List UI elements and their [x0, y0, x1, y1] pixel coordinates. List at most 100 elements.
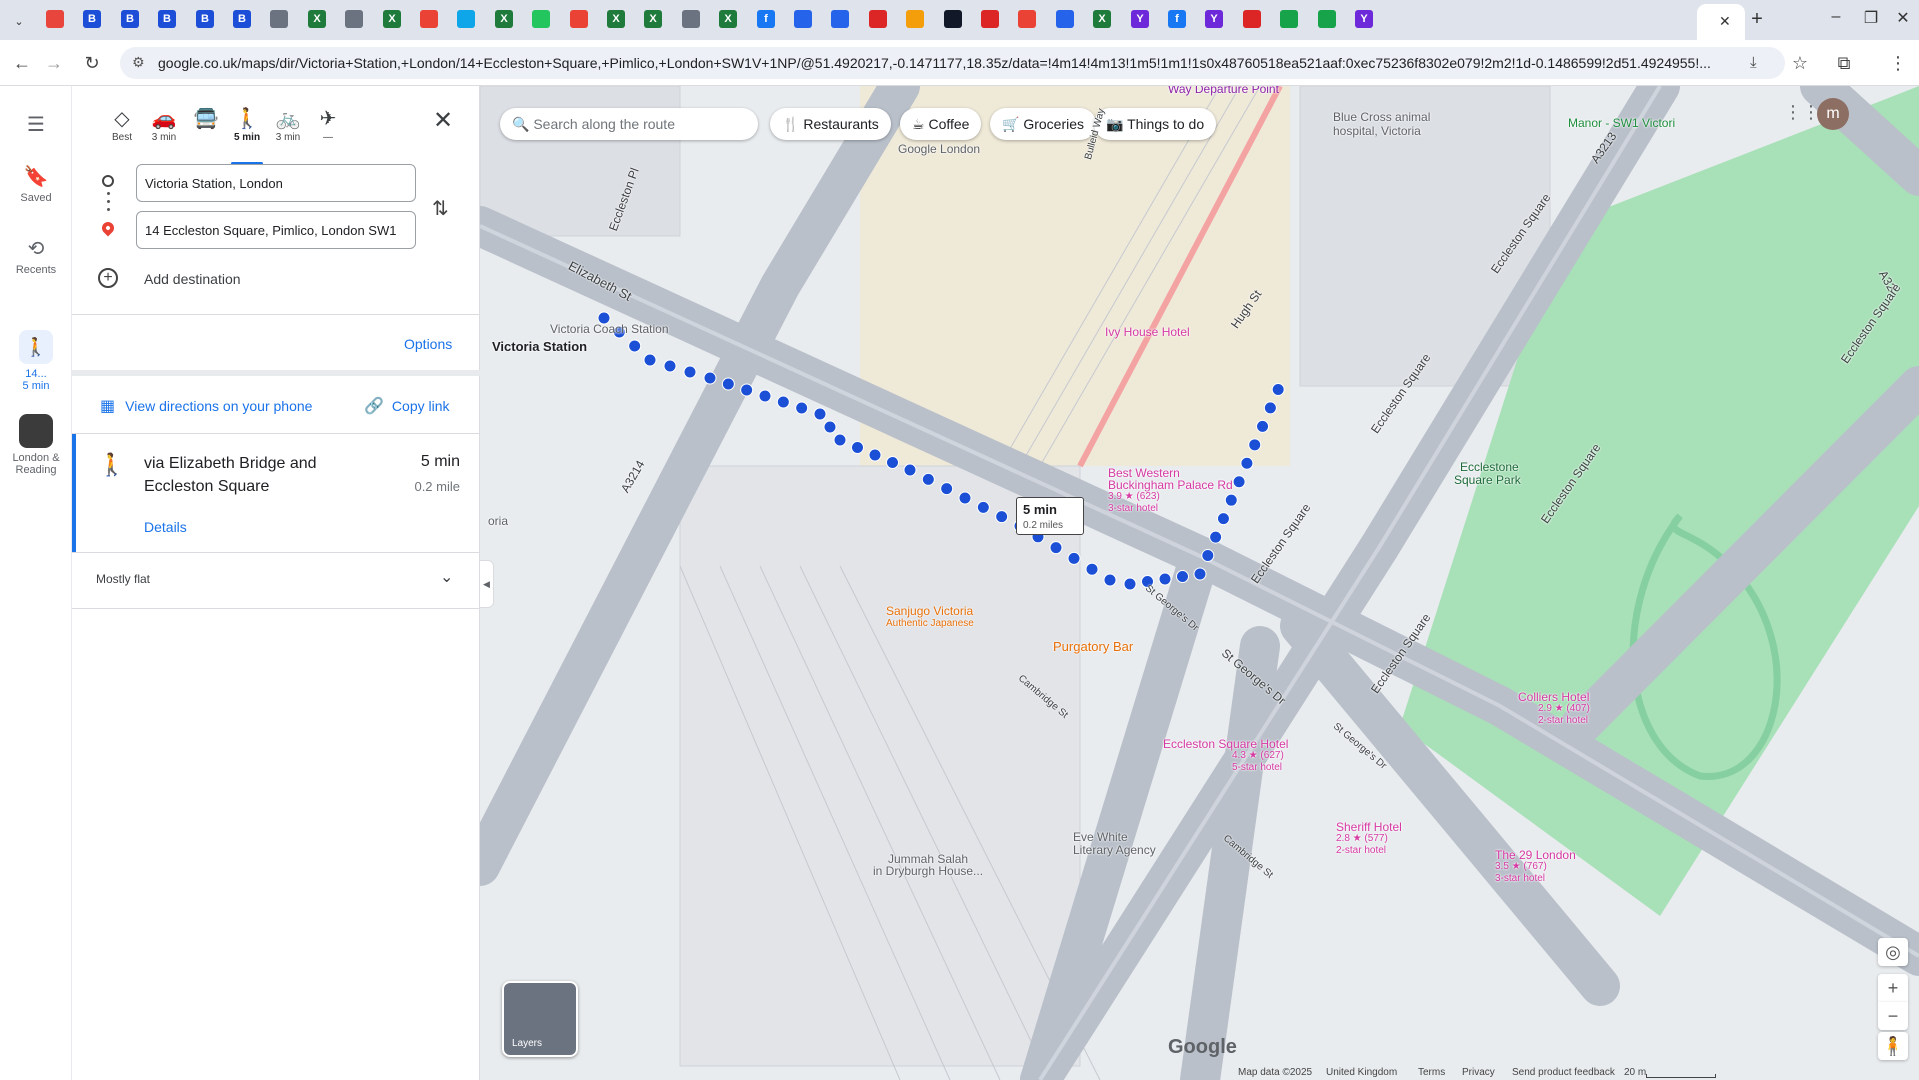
destination-input[interactable]: 14 Eccleston Square, Pimlico, London SW1: [136, 211, 416, 249]
tab-favicon[interactable]: [1280, 10, 1298, 28]
tab-favicon[interactable]: [270, 10, 288, 28]
route-duration-badge[interactable]: 5 min 0.2 miles: [1016, 497, 1084, 535]
map-label-sanjugo-1[interactable]: Sanjugo Victoria: [886, 604, 973, 618]
avatar[interactable]: m: [1817, 98, 1849, 130]
add-destination-icon[interactable]: +: [98, 268, 118, 288]
map-label-park-2[interactable]: Square Park: [1454, 473, 1521, 487]
new-tab-icon[interactable]: +: [1745, 8, 1769, 31]
back-icon[interactable]: ←: [10, 51, 34, 75]
route-option-card[interactable]: 🚶 via Elizabeth Bridge and Eccleston Squ…: [72, 434, 480, 552]
recents-button[interactable]: ⟲ Recents: [0, 236, 72, 276]
map-label-eve-white-1[interactable]: Eve White: [1073, 830, 1128, 844]
map-label-sheriff[interactable]: Sheriff Hotel: [1336, 820, 1402, 834]
tab-favicon[interactable]: [944, 10, 962, 28]
chip-restaurants[interactable]: 🍴 Restaurants: [770, 108, 891, 140]
tab-favicon[interactable]: [570, 10, 588, 28]
pegman-icon[interactable]: 🧍: [1878, 1032, 1908, 1060]
tab-favicon[interactable]: X: [383, 10, 401, 28]
map-label-victoria-station[interactable]: Victoria Station: [492, 339, 587, 354]
recent-london-item[interactable]: London & Reading: [0, 414, 72, 476]
origin-input[interactable]: Victoria Station, London: [136, 164, 416, 202]
map-label-coach-station[interactable]: Victoria Coach Station: [550, 322, 669, 336]
forward-icon[interactable]: →: [42, 51, 66, 75]
options-button[interactable]: Options: [404, 336, 452, 352]
tab-favicon[interactable]: [532, 10, 550, 28]
tab-favicon[interactable]: X: [719, 10, 737, 28]
install-app-icon[interactable]: ⤓: [1750, 54, 1757, 71]
tab-favicon[interactable]: [46, 10, 64, 28]
map-label-blue-cross-2[interactable]: hospital, Victoria: [1333, 124, 1421, 138]
map-label-blue-cross-1[interactable]: Blue Cross animal: [1333, 110, 1430, 124]
map-label-best-western-class[interactable]: 3-star hotel: [1108, 503, 1158, 514]
map-label-colliers-class[interactable]: 2-star hotel: [1538, 715, 1588, 726]
tab-favicon[interactable]: [1243, 10, 1261, 28]
mode-best-button[interactable]: ◇ Best: [102, 106, 142, 143]
address-bar[interactable]: ⚙ google.co.uk/maps/dir/Victoria+Station…: [120, 47, 1785, 79]
tab-favicon[interactable]: X: [644, 10, 662, 28]
tab-favicon[interactable]: [682, 10, 700, 28]
tab-favicon[interactable]: [1056, 10, 1074, 28]
site-info-icon[interactable]: ⚙: [132, 54, 145, 71]
map-label-oria[interactable]: oria: [488, 514, 508, 528]
tab-favicon[interactable]: [345, 10, 363, 28]
feedback-link[interactable]: Send product feedback: [1512, 1067, 1615, 1078]
tab-favicon[interactable]: B: [121, 10, 139, 28]
chip-coffee[interactable]: ☕ Coffee: [900, 108, 982, 140]
tab-favicon[interactable]: f: [757, 10, 775, 28]
mode-cycle-button[interactable]: 🚲 3 min: [268, 106, 308, 143]
tab-favicon[interactable]: [831, 10, 849, 28]
collapse-panel-button[interactable]: ◀: [480, 560, 494, 608]
close-window-icon[interactable]: ✕: [1888, 8, 1918, 28]
elevation-summary[interactable]: Mostly flat: [96, 572, 150, 586]
map-label-best-western-rating[interactable]: 3.9 ★ (623): [1108, 491, 1160, 502]
tab-favicon[interactable]: X: [495, 10, 513, 28]
map-label-ivy-house[interactable]: Ivy House Hotel: [1105, 325, 1190, 339]
tab-favicon[interactable]: [869, 10, 887, 28]
map-label-manor[interactable]: Manor - SW1 Victori: [1568, 116, 1675, 130]
layers-button[interactable]: Layers: [502, 981, 578, 1057]
add-destination-button[interactable]: Add destination: [144, 271, 241, 287]
scale-text[interactable]: 20 m: [1624, 1067, 1646, 1078]
search-along-route-input[interactable]: 🔍 Search along the route: [500, 108, 758, 140]
zoom-out-icon[interactable]: −: [1878, 1002, 1908, 1030]
tab-search-icon[interactable]: ⌄: [8, 10, 30, 32]
map-label-sheriff-rating[interactable]: 2.8 ★ (577): [1336, 833, 1388, 844]
mode-walk-button[interactable]: 🚶 5 min: [227, 106, 267, 165]
map-label-eccleston-hotel[interactable]: Eccleston Square Hotel: [1163, 737, 1288, 751]
chip-things-to-do[interactable]: 📷 Things to do: [1094, 108, 1217, 140]
tab-favicon[interactable]: [981, 10, 999, 28]
tab-favicon[interactable]: B: [233, 10, 251, 28]
map-label-google-london[interactable]: Google London: [898, 142, 980, 156]
details-button[interactable]: Details: [144, 519, 187, 535]
send-to-phone-button[interactable]: ▦ View directions on your phone: [100, 396, 312, 416]
bookmark-star-icon[interactable]: ☆: [1788, 51, 1812, 75]
tab-favicon[interactable]: B: [158, 10, 176, 28]
mode-transit-button[interactable]: 🚍: [186, 106, 226, 132]
close-directions-icon[interactable]: ✕: [428, 106, 458, 135]
mode-flight-button[interactable]: ✈ —: [308, 106, 348, 143]
map-label-colliers-rating[interactable]: 2.9 ★ (407): [1538, 703, 1590, 714]
active-tab[interactable]: ✕: [1697, 4, 1745, 40]
map-label-sanjugo-2[interactable]: Authentic Japanese: [886, 618, 974, 629]
url-text[interactable]: google.co.uk/maps/dir/Victoria+Station,+…: [158, 55, 1718, 71]
privacy-link[interactable]: Privacy: [1462, 1067, 1495, 1078]
tab-favicon[interactable]: B: [83, 10, 101, 28]
copy-link-button[interactable]: 🔗 Copy link: [364, 396, 450, 416]
tab-favicon[interactable]: Y: [1205, 10, 1223, 28]
tab-favicon[interactable]: [794, 10, 812, 28]
tab-favicon[interactable]: f: [1168, 10, 1186, 28]
menu-icon[interactable]: ☰: [0, 112, 72, 140]
tab-favicon[interactable]: [1018, 10, 1036, 28]
map-label-purgatory[interactable]: Purgatory Bar: [1053, 639, 1133, 654]
zoom-in-icon[interactable]: +: [1878, 974, 1908, 1002]
map-label-best-western-2[interactable]: Buckingham Palace Rd: [1108, 478, 1233, 492]
map-label-eccleston-hotel-class[interactable]: 5-star hotel: [1232, 762, 1282, 773]
tab-favicon[interactable]: X: [607, 10, 625, 28]
tab-favicon[interactable]: X: [1093, 10, 1111, 28]
mode-car-button[interactable]: 🚗 3 min: [144, 106, 184, 143]
chrome-menu-icon[interactable]: ⋮: [1886, 51, 1910, 75]
map-label-colliers-1[interactable]: Colliers Hotel: [1518, 690, 1589, 704]
tab-favicon[interactable]: [1318, 10, 1336, 28]
extensions-icon[interactable]: ⧉: [1832, 51, 1856, 75]
minimize-icon[interactable]: –: [1821, 8, 1851, 26]
